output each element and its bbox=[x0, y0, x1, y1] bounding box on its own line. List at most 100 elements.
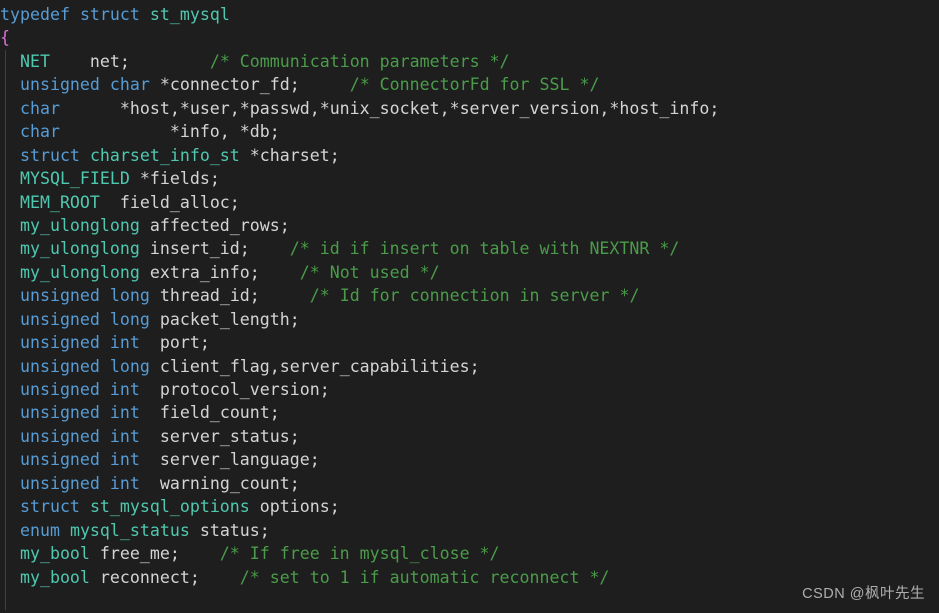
code-token-kw: int bbox=[109, 380, 140, 399]
code-token-typ: my_ulonglong bbox=[19, 262, 140, 282]
code-line[interactable]: unsigned int field_count; bbox=[0, 401, 939, 424]
code-token-br1: { bbox=[0, 28, 10, 48]
code-token-cmt: /* Not used */ bbox=[299, 262, 440, 282]
code-token-kw: int bbox=[109, 473, 140, 493]
code-token-kw: long bbox=[109, 286, 150, 306]
code-token-kw: struct bbox=[79, 5, 140, 24]
code-token-id bbox=[0, 99, 20, 118]
code-line[interactable]: char *host,*user,*passwd,*unix_socket,*s… bbox=[0, 97, 939, 120]
code-token-id bbox=[100, 380, 110, 399]
code-token-id: protocol_version; bbox=[139, 380, 330, 399]
code-token-id: field_alloc; bbox=[99, 192, 240, 212]
code-token-id bbox=[0, 497, 20, 516]
code-token-cmt: /* If free in mysql_close */ bbox=[219, 544, 500, 564]
code-token-kw: char bbox=[19, 122, 60, 142]
code-token-id: server_language; bbox=[139, 450, 320, 470]
code-token-id bbox=[0, 380, 20, 399]
code-token-typ: MYSQL_FIELD bbox=[19, 169, 130, 189]
code-token-id bbox=[80, 497, 90, 516]
code-token-id: server_status; bbox=[139, 426, 300, 446]
code-token-id bbox=[0, 474, 20, 493]
code-token-kw: char bbox=[19, 98, 60, 118]
code-token-id bbox=[0, 357, 20, 376]
code-line[interactable]: MEM_ROOT field_alloc; bbox=[0, 191, 939, 214]
code-token-kw: unsigned bbox=[19, 309, 100, 329]
code-token-typ: charset_info_st bbox=[89, 145, 240, 165]
code-token-typ: my_ulonglong bbox=[19, 239, 140, 259]
code-line[interactable]: unsigned long packet_length; bbox=[0, 308, 939, 331]
code-token-kw: char bbox=[109, 75, 150, 95]
code-line[interactable]: MYSQL_FIELD *fields; bbox=[0, 167, 939, 190]
code-token-id bbox=[100, 450, 110, 469]
code-line[interactable]: unsigned long thread_id; /* Id for conne… bbox=[0, 284, 939, 307]
code-token-id bbox=[0, 568, 20, 587]
code-token-id bbox=[0, 544, 20, 563]
code-token-kw: unsigned bbox=[19, 403, 100, 423]
code-line[interactable]: char *info, *db; bbox=[0, 120, 939, 143]
code-token-id bbox=[0, 427, 20, 446]
code-token-id: *host,*user,*passwd,*unix_socket,*server… bbox=[59, 98, 720, 118]
code-token-cmt: /* Communication parameters */ bbox=[209, 51, 510, 71]
code-line[interactable]: enum mysql_status status; bbox=[0, 519, 939, 542]
code-token-cmt: /* ConnectorFd for SSL */ bbox=[349, 75, 600, 95]
code-content[interactable]: typedef struct st_mysql{ NET net; /* Com… bbox=[0, 0, 939, 589]
code-token-id bbox=[100, 474, 110, 493]
code-line[interactable]: unsigned int protocol_version; bbox=[0, 378, 939, 401]
code-token-kw: int bbox=[109, 333, 140, 353]
code-line[interactable]: NET net; /* Communication parameters */ bbox=[0, 50, 939, 73]
code-token-typ: mysql_status bbox=[69, 520, 190, 540]
code-token-id bbox=[80, 146, 90, 165]
code-token-id bbox=[0, 169, 20, 188]
code-token-id: client_flag,server_capabilities; bbox=[149, 356, 480, 376]
code-token-id bbox=[0, 52, 20, 71]
code-token-id bbox=[0, 521, 20, 540]
code-line[interactable]: { bbox=[0, 26, 939, 49]
code-line[interactable]: my_ulonglong affected_rows; bbox=[0, 214, 939, 237]
code-line[interactable]: unsigned char *connector_fd; /* Connecto… bbox=[0, 73, 939, 96]
code-token-id: status; bbox=[189, 520, 270, 540]
code-token-typ: my_bool bbox=[19, 567, 90, 587]
code-line[interactable]: my_bool reconnect; /* set to 1 if automa… bbox=[0, 566, 939, 589]
code-token-id: net; bbox=[49, 51, 210, 71]
code-token-id: insert_id; bbox=[139, 239, 290, 259]
code-token-kw: long bbox=[109, 356, 150, 376]
code-token-kw: unsigned bbox=[19, 426, 100, 446]
code-token-kw: int bbox=[109, 450, 140, 470]
code-token-typ: st_mysql_options bbox=[89, 497, 250, 517]
code-token-id: *connector_fd; bbox=[149, 75, 350, 95]
code-token-id bbox=[0, 310, 20, 329]
code-line[interactable]: unsigned int port; bbox=[0, 331, 939, 354]
code-token-kw: struct bbox=[19, 145, 80, 165]
code-token-id bbox=[100, 333, 110, 352]
code-line[interactable]: my_ulonglong extra_info; /* Not used */ bbox=[0, 261, 939, 284]
code-token-id: *info, *db; bbox=[59, 122, 280, 142]
code-token-id bbox=[100, 75, 110, 94]
code-token-cmt: /* set to 1 if automatic reconnect */ bbox=[239, 567, 610, 587]
code-token-kw: struct bbox=[19, 497, 80, 517]
code-token-kw: unsigned bbox=[19, 356, 100, 376]
code-token-id bbox=[0, 239, 20, 258]
code-token-id bbox=[0, 193, 20, 212]
code-token-typ: st_mysql bbox=[149, 5, 230, 24]
code-line[interactable]: unsigned long client_flag,server_capabil… bbox=[0, 355, 939, 378]
code-line[interactable]: my_bool free_me; /* If free in mysql_clo… bbox=[0, 542, 939, 565]
code-line[interactable]: struct st_mysql_options options; bbox=[0, 495, 939, 518]
code-line[interactable]: unsigned int warning_count; bbox=[0, 472, 939, 495]
code-token-id bbox=[0, 263, 20, 282]
code-token-id: options; bbox=[249, 497, 340, 517]
code-token-id: affected_rows; bbox=[139, 215, 290, 235]
code-editor-viewport[interactable]: typedef struct st_mysql{ NET net; /* Com… bbox=[0, 0, 939, 613]
code-token-kw: unsigned bbox=[19, 333, 100, 353]
code-line[interactable]: unsigned int server_status; bbox=[0, 425, 939, 448]
code-token-typ: NET bbox=[19, 51, 50, 71]
code-token-id bbox=[100, 403, 110, 422]
code-line[interactable]: struct charset_info_st *charset; bbox=[0, 144, 939, 167]
code-line[interactable]: my_ulonglong insert_id; /* id if insert … bbox=[0, 237, 939, 260]
code-token-kw: int bbox=[109, 426, 140, 446]
code-line[interactable]: unsigned int server_language; bbox=[0, 448, 939, 471]
code-line[interactable]: typedef struct st_mysql bbox=[0, 3, 939, 26]
code-token-id bbox=[100, 310, 110, 329]
code-token-id bbox=[140, 5, 150, 24]
code-token-id: port; bbox=[139, 333, 210, 353]
code-token-kw: unsigned bbox=[19, 286, 100, 306]
